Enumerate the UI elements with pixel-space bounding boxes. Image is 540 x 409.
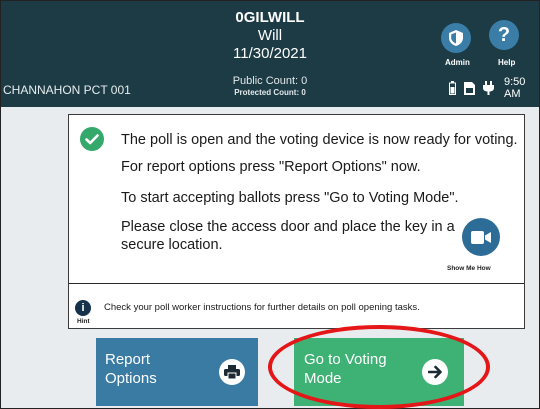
go-to-voting-mode-label: Go to Voting Mode [304,351,387,387]
hint-text: Check your poll worker instructions for … [104,302,420,313]
help-label: Help [498,58,516,67]
power-plug-icon [483,81,494,95]
admin-button[interactable] [441,23,471,53]
question-icon: ? [497,24,511,46]
memory-card-icon [464,81,475,95]
report-options-instruction: For report options press "Report Options… [121,159,421,175]
report-options-label: Report Options [105,351,157,387]
check-circle-icon [80,127,104,151]
printer-icon [219,359,245,385]
video-camera-icon [471,230,491,244]
show-me-how-label: Show Me How [447,265,491,272]
voting-mode-instruction: To start accepting ballots press "Go to … [121,190,459,206]
poll-open-message: The poll is open and the voting device i… [121,132,518,148]
status-message-card: The poll is open and the voting device i… [68,114,525,329]
report-options-button[interactable]: Report Options [96,338,258,406]
shield-icon [449,30,463,46]
info-icon[interactable]: i [75,300,91,316]
help-button[interactable]: ? [489,20,519,50]
clock: 9:50 AM [504,76,526,100]
hint-label: Hint [77,318,90,325]
status-icons: 9:50 AM [449,76,539,100]
show-me-how-button[interactable] [462,218,500,256]
arrow-right-icon [422,359,448,385]
header-bar: 0GILWILL Will 11/30/2021 Public Count: 0… [1,1,539,107]
precinct-name: CHANNAHON PCT 001 [3,83,131,97]
go-to-voting-mode-button[interactable]: Go to Voting Mode [294,338,464,406]
admin-label: Admin [445,58,470,67]
access-door-instruction: Please close the access door and place t… [121,219,455,253]
divider [69,283,524,284]
battery-icon [449,81,456,95]
